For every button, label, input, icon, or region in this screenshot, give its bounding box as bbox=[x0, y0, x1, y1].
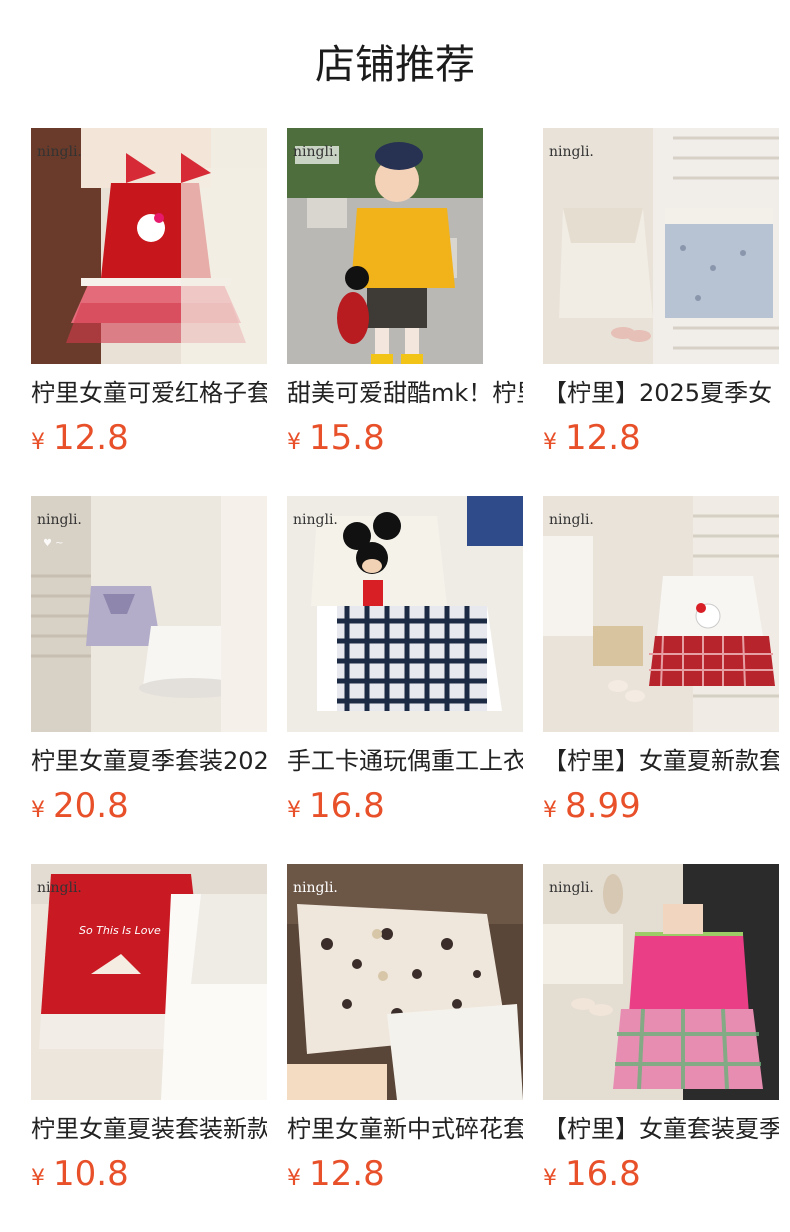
product-price: ¥12.8 bbox=[31, 416, 129, 460]
product-price: ¥8.99 bbox=[543, 784, 641, 828]
product-image[interactable]: ♥ ~ ningli. bbox=[31, 496, 267, 732]
price-value: 10.8 bbox=[53, 1154, 129, 1194]
product-card[interactable]: ningli. 甜美可爱甜酷mk！柠里 ¥15.8 bbox=[287, 128, 523, 468]
product-price: ¥12.8 bbox=[287, 1152, 385, 1196]
price-value: 12.8 bbox=[565, 418, 641, 458]
currency-symbol: ¥ bbox=[543, 1166, 557, 1191]
svg-text:So This Is Love: So This Is Love bbox=[79, 924, 161, 937]
currency-symbol: ¥ bbox=[543, 430, 557, 455]
currency-symbol: ¥ bbox=[31, 1166, 45, 1191]
price-value: 12.8 bbox=[309, 1154, 385, 1194]
product-price: ¥16.8 bbox=[287, 784, 385, 828]
price-value: 16.8 bbox=[309, 786, 385, 826]
brand-watermark: ningli. bbox=[549, 144, 594, 160]
brand-watermark: ningli. bbox=[37, 512, 82, 528]
product-price: ¥12.8 bbox=[543, 416, 641, 460]
product-image[interactable]: ningli. bbox=[543, 496, 779, 732]
product-price: ¥10.8 bbox=[31, 1152, 129, 1196]
product-title[interactable]: 柠里女童夏装套装新款 bbox=[31, 1112, 267, 1146]
product-card[interactable]: ningli. 柠里女童新中式碎花套装 ¥12.8 bbox=[287, 864, 523, 1204]
product-card[interactable]: ningli. 【柠里】2025夏季女 ¥12.8 bbox=[543, 128, 779, 468]
product-title[interactable]: 手工卡通玩偶重工上衣 bbox=[287, 744, 523, 778]
brand-watermark: ningli. bbox=[293, 512, 338, 528]
product-card[interactable]: So This Is Love ningli. 柠里女童夏装套装新款 ¥10.8 bbox=[31, 864, 267, 1204]
brand-watermark: ningli. bbox=[37, 144, 82, 160]
product-title[interactable]: 柠里女童可爱红格子套装 bbox=[31, 376, 267, 410]
product-title[interactable]: 【柠里】女童夏新款套装 bbox=[543, 744, 779, 778]
product-price: ¥16.8 bbox=[543, 1152, 641, 1196]
brand-watermark: ningli. bbox=[549, 880, 594, 896]
currency-symbol: ¥ bbox=[287, 1166, 301, 1191]
product-price: ¥20.8 bbox=[31, 784, 129, 828]
currency-symbol: ¥ bbox=[287, 430, 301, 455]
product-title[interactable]: 柠里女童新中式碎花套装 bbox=[287, 1112, 523, 1146]
currency-symbol: ¥ bbox=[31, 798, 45, 823]
product-card[interactable]: ningli. 柠里女童可爱红格子套装 ¥12.8 bbox=[31, 128, 267, 468]
product-image[interactable]: ningli. bbox=[287, 128, 523, 364]
product-image[interactable]: ningli. bbox=[287, 496, 523, 732]
brand-watermark: ningli. bbox=[293, 144, 338, 160]
page-title: 店铺推荐 bbox=[315, 42, 475, 88]
price-value: 16.8 bbox=[565, 1154, 641, 1194]
product-title[interactable]: 柠里女童夏季套装2025 bbox=[31, 744, 267, 778]
product-title[interactable]: 【柠里】2025夏季女 bbox=[543, 376, 779, 410]
price-value: 15.8 bbox=[309, 418, 385, 458]
product-card[interactable]: ningli. 手工卡通玩偶重工上衣 ¥16.8 bbox=[287, 496, 523, 836]
price-value: 12.8 bbox=[53, 418, 129, 458]
product-card[interactable]: ningli. 【柠里】女童夏新款套装 ¥8.99 bbox=[543, 496, 779, 836]
product-image[interactable]: ningli. bbox=[543, 864, 779, 1100]
product-title[interactable]: 甜美可爱甜酷mk！柠里 bbox=[287, 376, 523, 410]
brand-watermark: ningli. bbox=[293, 880, 338, 896]
product-image[interactable]: ningli. bbox=[543, 128, 779, 364]
product-card[interactable]: ♥ ~ ningli. 柠里女童夏季套装2025 ¥20.8 bbox=[31, 496, 267, 836]
product-title[interactable]: 【柠里】女童套装夏季 bbox=[543, 1112, 779, 1146]
brand-watermark: ningli. bbox=[37, 880, 82, 896]
product-image[interactable]: ningli. bbox=[31, 128, 267, 364]
price-value: 20.8 bbox=[53, 786, 129, 826]
brand-watermark: ningli. bbox=[549, 512, 594, 528]
product-price: ¥15.8 bbox=[287, 416, 385, 460]
product-card[interactable]: ningli. 【柠里】女童套装夏季 ¥16.8 bbox=[543, 864, 779, 1204]
currency-symbol: ¥ bbox=[287, 798, 301, 823]
currency-symbol: ¥ bbox=[543, 798, 557, 823]
currency-symbol: ¥ bbox=[31, 430, 45, 455]
price-value: 8.99 bbox=[565, 786, 641, 826]
svg-text:♥ ~: ♥ ~ bbox=[43, 538, 64, 549]
product-image[interactable]: So This Is Love ningli. bbox=[31, 864, 267, 1100]
product-image[interactable]: ningli. bbox=[287, 864, 523, 1100]
